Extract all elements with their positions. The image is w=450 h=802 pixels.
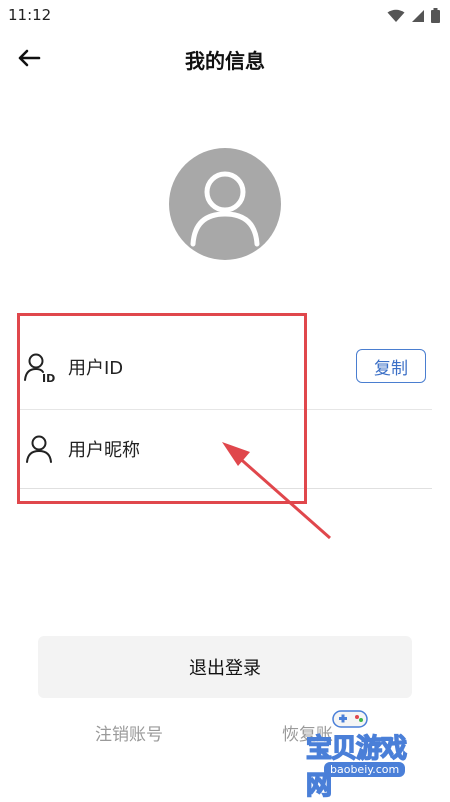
logout-button[interactable]: 退出登录 — [38, 636, 412, 698]
watermark-url: baobeiy.com — [324, 762, 406, 777]
cancel-account-link[interactable]: 注销账号 — [95, 720, 163, 745]
site-watermark: 宝贝游戏网 baobeiy.com — [300, 706, 420, 802]
